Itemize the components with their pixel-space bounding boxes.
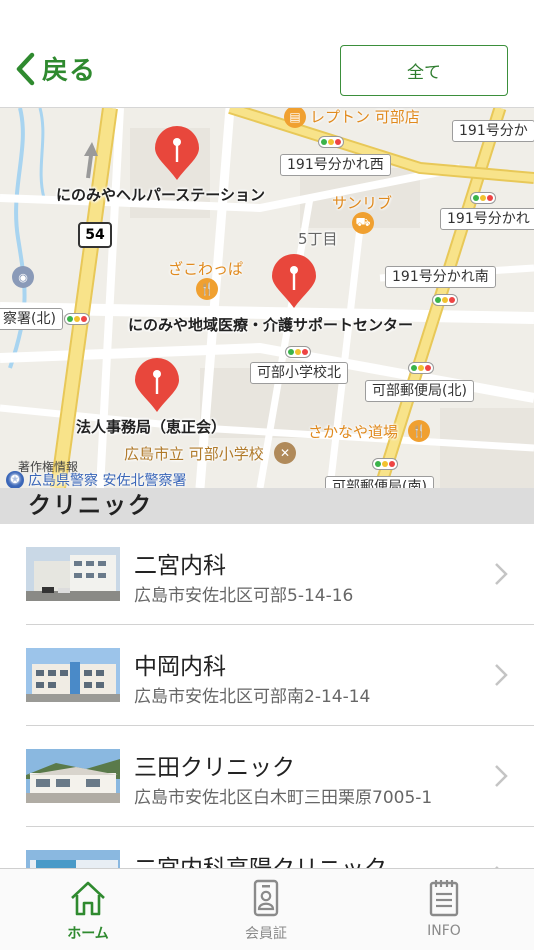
clinic-photo bbox=[26, 648, 120, 702]
location-pin-icon[interactable] bbox=[153, 126, 201, 182]
route-shield: 54 bbox=[78, 222, 112, 248]
traffic-signal-icon bbox=[372, 458, 398, 470]
road-sign: 察署(北) bbox=[0, 308, 63, 330]
navigation-header: 戻る 全て bbox=[0, 0, 534, 108]
show-all-button[interactable]: 全て bbox=[340, 45, 508, 96]
traffic-signal-icon bbox=[64, 313, 90, 325]
road-sign: 191号分かれ bbox=[440, 208, 534, 230]
road-sign: 191号分かれ南 bbox=[385, 266, 496, 288]
police-station-name: 広島県警察 安佐北警察署 bbox=[28, 473, 187, 488]
traffic-signal-icon bbox=[285, 346, 311, 358]
road-sign: 191号分かれ西 bbox=[280, 154, 391, 176]
tab-member-card[interactable]: 会員証 bbox=[206, 879, 326, 943]
traffic-signal-icon bbox=[432, 294, 458, 306]
poi-label: サンリブ bbox=[332, 194, 393, 212]
area-label: 5丁目 bbox=[298, 230, 338, 248]
poi-label: さかなや道場 bbox=[308, 423, 399, 441]
place-label[interactable]: にのみやヘルパーステーション bbox=[56, 184, 265, 205]
location-pin-icon[interactable] bbox=[133, 358, 181, 414]
poi-label: レプトン 可部店 bbox=[310, 108, 420, 126]
clinic-name: 中岡内科 bbox=[134, 654, 226, 680]
map-view[interactable]: 54 191号分か 191号分かれ西 191号分かれ 191号分かれ南 可部小学… bbox=[0, 108, 534, 488]
member-card-icon bbox=[253, 879, 279, 917]
car-icon: ◉ bbox=[12, 266, 34, 288]
road-sign: 191号分か bbox=[452, 120, 534, 142]
clinic-address: 広島市安佐北区白木町三田栗原7005-1 bbox=[134, 788, 433, 808]
place-label[interactable]: にのみや地域医療・介護サポートセンター bbox=[128, 314, 413, 335]
chevron-right-icon bbox=[495, 765, 508, 787]
road-sign: 可部小学校北 bbox=[250, 362, 348, 384]
tab-home[interactable]: ホーム bbox=[28, 879, 148, 943]
home-icon bbox=[71, 881, 105, 916]
tab-home-label: ホーム bbox=[67, 926, 109, 942]
tab-member-card-label: 会員証 bbox=[245, 926, 287, 942]
location-pin-icon[interactable] bbox=[270, 254, 318, 310]
poi-label: 広島市立 可部小学校 bbox=[124, 445, 264, 463]
tab-info-label: INFO bbox=[427, 923, 461, 939]
clinic-name: 二宮内科 bbox=[134, 553, 226, 579]
list-item[interactable]: 二宮内科高陽クリニック bbox=[26, 827, 534, 868]
chevron-right-icon bbox=[495, 664, 508, 686]
shopping-cart-icon: ⛟ bbox=[352, 212, 374, 234]
clinic-name: 二宮内科高陽クリニック bbox=[134, 849, 387, 868]
back-button[interactable]: 戻る bbox=[14, 50, 96, 87]
screen: 戻る 全て 54 191号分か 191号分かれ西 191号分かれ 191号分かれ… bbox=[0, 0, 534, 950]
list-item[interactable]: 中岡内科 広島市安佐北区可部南2-14-14 bbox=[26, 625, 534, 726]
clinic-name: 三田クリニック bbox=[134, 755, 295, 781]
clinic-photo bbox=[26, 547, 120, 601]
road-sign: 可部郵便局(北) bbox=[365, 380, 474, 402]
police-station-label: ✪ 広島県警察 安佐北警察署 bbox=[6, 470, 186, 488]
police-icon: ✪ bbox=[6, 471, 24, 488]
school-icon: ✕ bbox=[274, 442, 296, 464]
traffic-signal-icon bbox=[318, 136, 344, 148]
restaurant-icon: 🍴 bbox=[196, 278, 218, 300]
place-label[interactable]: 法人事務局（恵正会） bbox=[76, 416, 226, 437]
traffic-signal-icon bbox=[408, 362, 434, 374]
traffic-signal-icon bbox=[470, 192, 496, 204]
list-item[interactable]: 三田クリニック 広島市安佐北区白木町三田栗原7005-1 bbox=[26, 726, 534, 827]
section-header: クリニック bbox=[0, 488, 534, 524]
list-item[interactable]: 二宮内科 広島市安佐北区可部5-14-16 bbox=[26, 524, 534, 625]
back-label: 戻る bbox=[42, 56, 97, 86]
info-notepad-icon bbox=[429, 880, 459, 917]
back-chevron-icon bbox=[16, 52, 35, 85]
poi-label: ざこわっぱ bbox=[168, 260, 244, 278]
tab-bar: ホーム 会員証 INFO bbox=[0, 868, 534, 950]
tab-info[interactable]: INFO bbox=[384, 879, 504, 939]
chevron-right-icon bbox=[495, 563, 508, 585]
clinic-address: 広島市安佐北区可部南2-14-14 bbox=[134, 687, 371, 707]
road-sign: 可部郵便局(南) bbox=[325, 476, 434, 488]
clinic-address: 広島市安佐北区可部5-14-16 bbox=[134, 586, 354, 606]
clinic-photo bbox=[26, 749, 120, 803]
clinic-photo bbox=[26, 850, 120, 868]
clinic-list[interactable]: 二宮内科 広島市安佐北区可部5-14-16 中岡内科 広島市安佐北区可部南2-1… bbox=[0, 524, 534, 868]
restaurant-icon: 🍴 bbox=[408, 420, 430, 442]
